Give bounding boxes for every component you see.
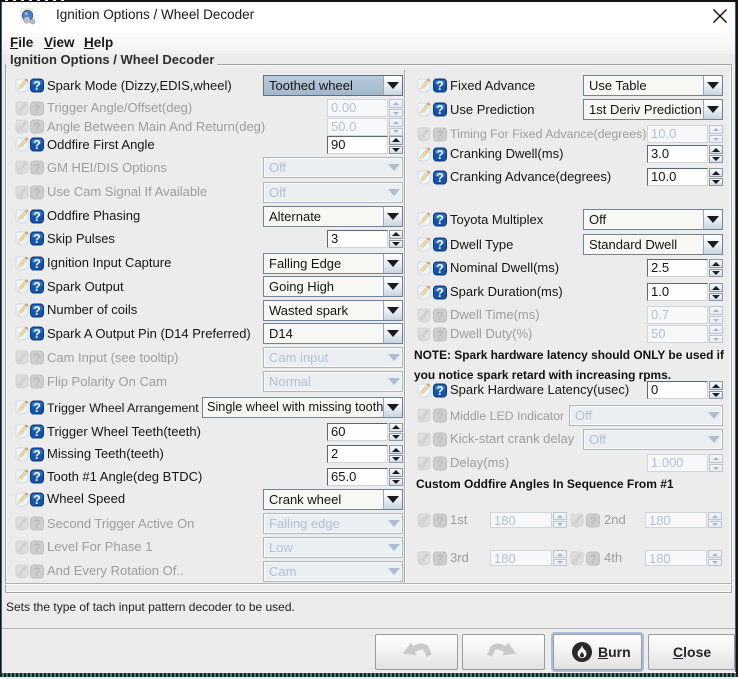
svg-text:?: ? [436,411,443,423]
svg-text:?: ? [33,188,40,200]
svg-text:?: ? [33,304,41,318]
svg-text:?: ? [436,330,443,342]
svg-text:?: ? [33,543,40,555]
svg-text:?: ? [33,138,41,152]
svg-text:?: ? [33,377,40,389]
svg-text:?: ? [33,122,40,134]
svg-text:?: ? [33,327,41,341]
svg-text:?: ? [33,210,41,224]
svg-text:?: ? [33,79,41,93]
svg-text:?: ? [33,493,41,507]
svg-text:?: ? [33,567,40,579]
svg-text:?: ? [436,435,443,447]
svg-text:?: ? [33,257,41,271]
svg-text:?: ? [33,280,41,294]
svg-text:?: ? [436,79,444,93]
svg-text:?: ? [436,148,444,162]
svg-text:?: ? [33,163,40,175]
svg-text:?: ? [33,232,41,246]
svg-text:?: ? [436,171,444,185]
svg-text:?: ? [33,470,41,484]
svg-text:?: ? [436,262,444,276]
svg-text:?: ? [436,238,444,252]
svg-text:?: ? [33,519,40,531]
svg-text:?: ? [436,384,444,398]
svg-text:?: ? [589,516,596,528]
svg-text:?: ? [33,425,41,439]
svg-text:?: ? [436,516,443,528]
svg-text:?: ? [436,213,444,227]
svg-text:?: ? [436,554,443,566]
svg-text:?: ? [33,401,41,415]
svg-text:?: ? [436,130,443,142]
svg-text:?: ? [436,459,443,471]
svg-text:?: ? [33,353,40,365]
svg-text:?: ? [436,103,444,117]
svg-text:?: ? [436,311,443,323]
svg-text:?: ? [436,286,444,300]
svg-text:?: ? [33,104,40,116]
svg-text:?: ? [33,448,41,462]
svg-text:?: ? [589,554,596,566]
